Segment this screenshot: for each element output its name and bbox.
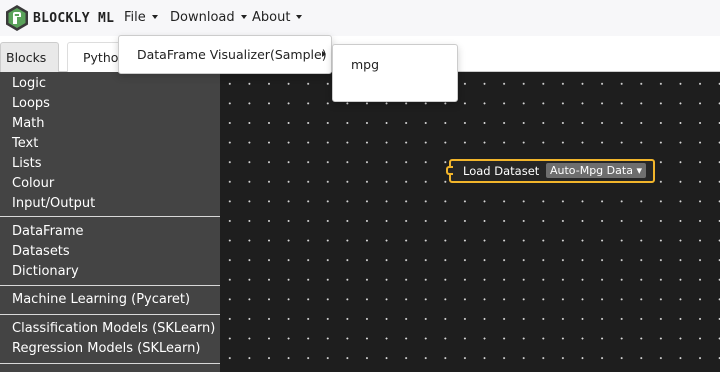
block-connector [446,166,453,175]
load-dataset-block[interactable]: Load Dataset Auto-Mpg Data ▾ [446,159,655,183]
toolbox-category-regression-models[interactable]: Regression Models (SKLearn) [12,339,200,359]
navbar: BLOCKLY ML File Download About [0,0,720,36]
toolbox-category-lists[interactable]: Lists [12,154,42,174]
toolbox-category-machine-learning-pycaret[interactable]: Machine Learning (Pycaret) [12,290,190,310]
toolbox-category-input-output[interactable]: Input/Output [12,194,95,214]
blockly-workspace[interactable] [220,72,720,372]
file-menu-toggle[interactable]: File [124,0,158,36]
dataset-dropdown[interactable]: Auto-Mpg Data ▾ [546,163,646,178]
download-menu-toggle[interactable]: Download [170,0,247,36]
dataset-dropdown-value: Auto-Mpg Data [550,164,633,177]
toolbox-category-loops[interactable]: Loops [12,94,50,114]
toolbox-separator [0,216,220,217]
blockly-ml-logo-icon [6,5,28,31]
about-menu-toggle[interactable]: About [252,0,303,36]
toolbox-category-classification-models[interactable]: Classification Models (SKLearn) [12,319,215,339]
dropdown-caret-icon: ▾ [636,164,642,177]
toolbox-separator [0,314,220,315]
brand-name: BLOCKLY ML [33,10,115,26]
toolbox: Logic Loops Math Text Lists Colour Input… [0,72,220,372]
toolbox-category-datasets[interactable]: Datasets [12,242,70,262]
submenu-caret-right-icon [322,51,326,57]
caret-down-icon [240,14,247,19]
toolbox-separator [0,285,220,286]
about-menu-label: About [252,10,291,25]
tab-blocks[interactable]: Blocks [0,42,59,72]
file-dropdown-menu: DataFrame Visualizer(Sample) [118,35,332,74]
dataframe-visualizer-submenu: mpg [332,44,458,102]
caret-down-icon [296,14,303,19]
submenu-item-mpg[interactable]: mpg [351,53,379,77]
toolbox-category-math[interactable]: Math [12,114,45,134]
file-menu-label: File [124,10,146,25]
toolbox-separator [0,363,220,364]
toolbox-category-text[interactable]: Text [12,134,38,154]
download-menu-label: Download [170,10,235,25]
tab-python[interactable]: Python [67,42,125,72]
block-label: Load Dataset [463,164,540,178]
toolbox-category-dictionary[interactable]: Dictionary [12,262,79,282]
toolbox-category-dataframe[interactable]: DataFrame [12,222,84,242]
toolbox-category-colour[interactable]: Colour [12,174,54,194]
toolbox-category-logic[interactable]: Logic [12,74,46,94]
caret-down-icon [151,14,158,19]
menu-item-dataframe-visualizer[interactable]: DataFrame Visualizer(Sample) [137,36,327,73]
brand[interactable]: BLOCKLY ML [5,4,114,32]
